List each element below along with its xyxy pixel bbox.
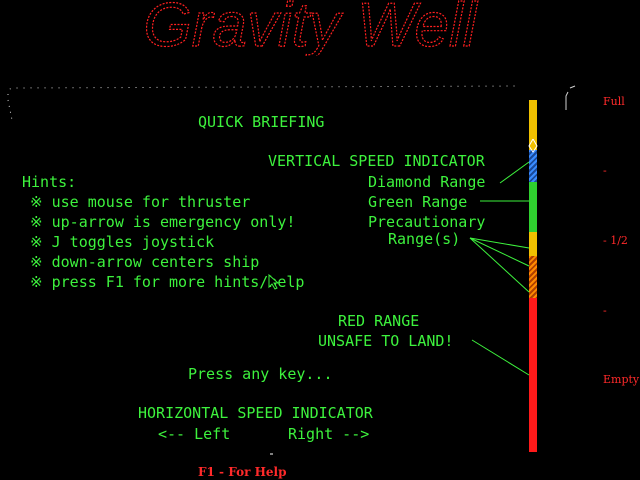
- fuel-full-label: Full: [603, 95, 625, 108]
- pointer-lines: [270, 161, 530, 455]
- fuel-upper-tick: -: [603, 164, 607, 177]
- fuel-half-label: - 1/2: [603, 234, 628, 247]
- fuel-empty-label: Empty: [603, 373, 640, 386]
- help-hint[interactable]: F1 - For Help: [198, 465, 287, 479]
- mouse-cursor-icon: [268, 274, 280, 290]
- fuel-lower-tick: -: [603, 304, 607, 317]
